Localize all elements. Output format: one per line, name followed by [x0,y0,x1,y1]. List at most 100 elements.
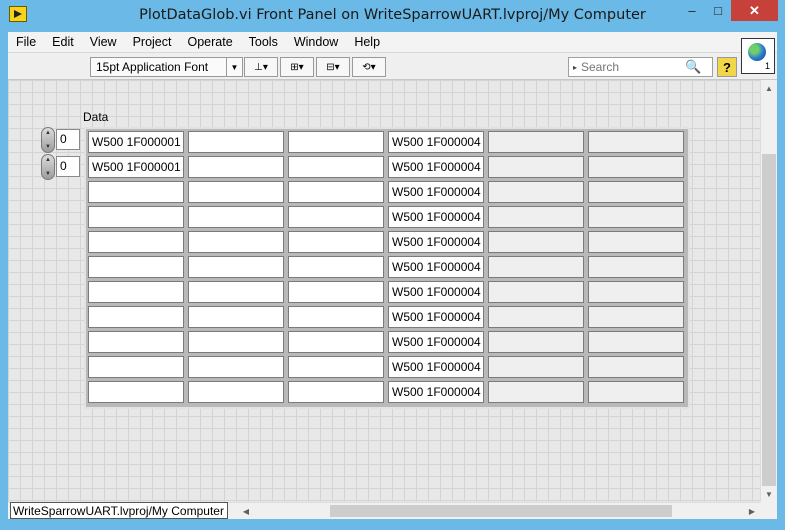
array-element[interactable] [288,231,384,253]
array-element[interactable]: W500 1F000004 [388,231,484,253]
context-help-button[interactable]: ? [717,57,737,77]
array-element[interactable] [88,231,184,253]
array-element[interactable]: W500 1F000001 [88,131,184,153]
array-element[interactable] [288,281,384,303]
menu-tools[interactable]: Tools [241,35,286,49]
array-element[interactable] [188,281,284,303]
array-element[interactable]: W500 1F000004 [388,256,484,278]
array-element[interactable]: W500 1F000004 [388,306,484,328]
array-element[interactable] [488,281,584,303]
array-element[interactable] [188,331,284,353]
chevron-down-icon[interactable]: ▼ [45,171,51,177]
array-element[interactable]: W500 1F000004 [388,356,484,378]
scroll-up-icon[interactable]: ▲ [761,80,777,96]
array-element[interactable] [488,181,584,203]
array-element[interactable] [288,156,384,178]
search-expand-icon[interactable]: ▸ [569,63,581,72]
scroll-left-icon[interactable]: ◀ [238,503,254,519]
distribute-objects-button[interactable]: ⊞▾ [280,57,314,77]
array-element[interactable] [588,131,684,153]
vertical-scrollbar[interactable]: ▲ ▼ [760,80,777,502]
array-element[interactable] [288,181,384,203]
array-element[interactable] [88,206,184,228]
array-element[interactable] [588,156,684,178]
array-element[interactable] [288,131,384,153]
menu-operate[interactable]: Operate [179,35,240,49]
array-element[interactable] [588,381,684,403]
array-element[interactable] [488,331,584,353]
array-element[interactable] [88,331,184,353]
array-element[interactable] [88,306,184,328]
menu-project[interactable]: Project [125,35,180,49]
reorder-button[interactable]: ⟲▾ [352,57,386,77]
array-element[interactable]: W500 1F000001 [88,156,184,178]
array-element[interactable] [588,331,684,353]
scroll-down-icon[interactable]: ▼ [761,486,777,502]
close-button[interactable]: ✕ [731,0,778,21]
array-element[interactable] [188,131,284,153]
align-objects-button[interactable]: ⊥▾ [244,57,278,77]
array-element[interactable] [288,206,384,228]
array-element[interactable] [588,206,684,228]
menu-window[interactable]: Window [286,35,346,49]
array-element[interactable] [588,281,684,303]
array-element[interactable] [288,256,384,278]
maximize-button[interactable]: □ [705,0,731,21]
resize-objects-button[interactable]: ⊟▾ [316,57,350,77]
title-bar[interactable]: PlotDataGlob.vi Front Panel on WriteSpar… [0,0,785,32]
array-element[interactable] [188,356,284,378]
array-element[interactable] [188,206,284,228]
font-selector[interactable]: 15pt Application Font ▼ [90,57,243,77]
menu-view[interactable]: View [82,35,125,49]
array-element[interactable] [288,356,384,378]
array-element[interactable] [488,381,584,403]
index-stepper[interactable]: ▲ ▼ [41,154,55,180]
array-element[interactable] [288,381,384,403]
menu-edit[interactable]: Edit [44,35,82,49]
index-stepper[interactable]: ▲ ▼ [41,127,55,153]
menu-file[interactable]: File [8,35,44,49]
minimize-button[interactable]: – [679,0,705,21]
array-element[interactable] [188,381,284,403]
array-element[interactable]: W500 1F000004 [388,381,484,403]
array-element[interactable] [188,231,284,253]
vertical-scroll-thumb[interactable] [762,154,776,486]
chevron-up-icon[interactable]: ▲ [45,130,51,136]
array-element[interactable] [288,331,384,353]
search-box[interactable]: ▸ 🔍 [568,57,713,77]
array-element[interactable] [188,306,284,328]
array-element[interactable] [488,231,584,253]
array-element[interactable]: W500 1F000004 [388,206,484,228]
search-input[interactable] [581,60,685,74]
vi-icon[interactable]: 1 [741,38,775,74]
array-element[interactable] [288,306,384,328]
array-element[interactable] [88,181,184,203]
array-element[interactable] [488,356,584,378]
array-element[interactable] [588,231,684,253]
array-element[interactable] [488,131,584,153]
array-element[interactable] [488,156,584,178]
col-index-input[interactable]: 0 [56,156,80,177]
array-element[interactable] [488,256,584,278]
array-element[interactable] [88,281,184,303]
array-element[interactable] [188,181,284,203]
scroll-right-icon[interactable]: ▶ [744,503,760,519]
chevron-up-icon[interactable]: ▲ [45,157,51,163]
array-element[interactable]: W500 1F000004 [388,281,484,303]
array-element[interactable] [588,181,684,203]
horizontal-scroll-thumb[interactable] [330,505,672,517]
array-element[interactable] [188,156,284,178]
row-index-input[interactable]: 0 [56,129,80,150]
array-element[interactable]: W500 1F000004 [388,331,484,353]
array-element[interactable] [488,206,584,228]
array-element[interactable] [188,256,284,278]
menu-help[interactable]: Help [346,35,388,49]
array-element[interactable]: W500 1F000004 [388,131,484,153]
array-element[interactable] [588,306,684,328]
array-element[interactable] [588,256,684,278]
array-element[interactable]: W500 1F000004 [388,181,484,203]
array-element[interactable] [588,356,684,378]
search-icon[interactable]: 🔍 [685,59,701,75]
array-element[interactable] [88,381,184,403]
chevron-down-icon[interactable]: ▼ [45,144,51,150]
